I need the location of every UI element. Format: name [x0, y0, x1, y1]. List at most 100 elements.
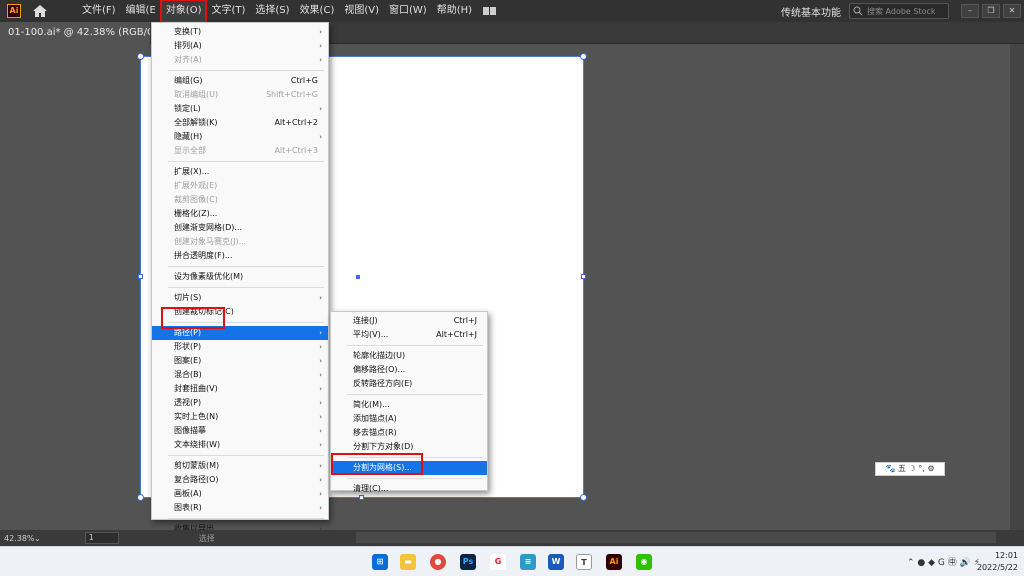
menu-object[interactable]: 对象(O) — [159, 0, 208, 23]
menu-item-label: 简化(M)... — [353, 400, 390, 409]
vertical-scrollbar[interactable] — [1010, 44, 1024, 530]
menu-item[interactable]: 剪切蒙版(M) › — [152, 459, 328, 473]
artboard-corner-handle[interactable] — [580, 494, 587, 501]
photoshop-icon[interactable]: Ps — [460, 554, 476, 570]
stock-search-input[interactable]: 搜索 Adobe Stock — [849, 3, 949, 19]
notepad-icon[interactable]: ≡ — [520, 554, 536, 570]
menu-item[interactable]: 设为像素级优化(M) — [152, 270, 328, 284]
artboard-side-handle[interactable] — [138, 274, 143, 279]
menu-item[interactable]: 封套扭曲(V) › — [152, 382, 328, 396]
restore-icon[interactable]: ❐ — [982, 4, 1000, 18]
menu-item[interactable]: 栅格化(Z)... — [152, 207, 328, 221]
minimize-icon[interactable]: – — [961, 4, 979, 18]
search-placeholder: 搜索 Adobe Stock — [867, 6, 936, 16]
menu-item[interactable]: 平均(V)... Alt+Ctrl+J — [331, 328, 487, 342]
artboard-side-handle[interactable] — [581, 274, 586, 279]
taskbar-clock[interactable]: 12:01 2022/5/22 — [977, 550, 1018, 574]
menu-item[interactable]: 复合路径(O) › — [152, 473, 328, 487]
taskbar-app-icon[interactable]: G — [490, 554, 506, 570]
menu-item[interactable]: 偏移路径(O)... — [331, 363, 487, 377]
menu-item[interactable]: 隐藏(H) › — [152, 130, 328, 144]
menu-item[interactable]: 锁定(L) › — [152, 102, 328, 116]
menu-separator — [168, 70, 324, 71]
illustrator-taskbar-icon[interactable]: Ai — [606, 554, 622, 570]
menu-item[interactable]: 画板(A) › — [152, 487, 328, 501]
word-icon[interactable]: W — [548, 554, 564, 570]
menu-item[interactable]: 形状(P) › — [152, 340, 328, 354]
chevron-right-icon: › — [319, 294, 322, 302]
menu-file[interactable]: 文件(F) — [77, 0, 121, 22]
menu-item[interactable]: 清理(C)... — [331, 482, 487, 496]
menu-item-label: 透视(P) — [174, 398, 202, 407]
zoom-field[interactable]: 42.38% — [0, 534, 35, 543]
split-into-grid-highlight — [331, 453, 423, 475]
menu-type[interactable]: 文字(T) — [206, 0, 250, 22]
windows-taskbar: ⊞ ▬ ● Ps G ≡ W T Ai ◉ ⌃ ● ◆ G ㊥ 🔊 ⚡ 12:0… — [0, 546, 1024, 576]
artboard-corner-handle[interactable] — [137, 53, 144, 60]
artboard-number-field[interactable]: 1 — [84, 532, 119, 544]
horizontal-scrollbar[interactable] — [356, 532, 996, 543]
menu-item[interactable]: 扩展(X)... — [152, 165, 328, 179]
chrome-icon[interactable]: ● — [430, 554, 446, 570]
menu-item[interactable]: 实时上色(N) › — [152, 410, 328, 424]
menu-select[interactable]: 选择(S) — [250, 0, 294, 22]
menu-effect[interactable]: 效果(C) — [295, 0, 340, 22]
menu-item[interactable]: 全部解锁(K) Alt+Ctrl+2 — [152, 116, 328, 130]
menu-window[interactable]: 窗口(W) — [384, 0, 432, 22]
menu-item[interactable]: 添加锚点(A) — [331, 412, 487, 426]
menu-item[interactable]: 简化(M)... — [331, 398, 487, 412]
home-icon[interactable] — [31, 3, 49, 19]
menu-item[interactable]: 拼合透明度(F)... — [152, 249, 328, 263]
menu-item-label: 图表(R) — [174, 503, 202, 512]
menu-item[interactable]: 编组(G) Ctrl+G — [152, 74, 328, 88]
menu-separator — [168, 518, 324, 519]
menu-edit[interactable]: 编辑(E — [121, 0, 161, 22]
zoom-dropdown-icon[interactable]: ⌄ — [34, 534, 41, 543]
menu-item[interactable]: 轮廓化描边(U) — [331, 349, 487, 363]
menu-item-label: 拼合透明度(F)... — [174, 251, 233, 260]
menu-item[interactable]: 创建渐变网格(D)... — [152, 221, 328, 235]
menu-item: 创建对象马赛克(J)... — [152, 235, 328, 249]
wechat-icon[interactable]: ◉ — [636, 554, 652, 570]
workspace-switcher[interactable]: 传统基本功能 — [781, 4, 841, 19]
chevron-right-icon: › — [319, 357, 322, 365]
menu-item[interactable]: 图案(E) › — [152, 354, 328, 368]
menu-item[interactable]: 透视(P) › — [152, 396, 328, 410]
menu-item[interactable]: 排列(A) › — [152, 39, 328, 53]
menu-separator — [168, 287, 324, 288]
menu-item[interactable]: 移去锚点(R) — [331, 426, 487, 440]
menu-item-label: 取消编组(U) — [174, 90, 219, 99]
chevron-right-icon: › — [319, 399, 322, 407]
chevron-right-icon: › — [319, 462, 322, 470]
artboard-corner-handle[interactable] — [580, 53, 587, 60]
menu-item[interactable]: 变换(T) › — [152, 25, 328, 39]
search-icon — [853, 6, 863, 16]
status-tool-label[interactable]: 选择 — [199, 533, 215, 544]
artboard-corner-handle[interactable] — [137, 494, 144, 501]
menu-item[interactable]: 反转路径方向(E) — [331, 377, 487, 391]
menu-item[interactable]: 切片(S) › — [152, 291, 328, 305]
menu-item-label: 平均(V)... — [353, 330, 389, 339]
arrange-documents-icon[interactable] — [483, 7, 497, 15]
windows-start-icon[interactable]: ⊞ — [372, 554, 388, 570]
menu-item[interactable]: 分割下方对象(D) — [331, 440, 487, 454]
menu-item[interactable]: 图像描摹 › — [152, 424, 328, 438]
menu-view[interactable]: 视图(V) — [339, 0, 384, 22]
menu-item[interactable]: 文本绕排(W) › — [152, 438, 328, 452]
document-tab[interactable]: 01-100.ai* @ 42.38% (RGB/G — [0, 22, 150, 44]
clock-date: 2022/5/22 — [976, 563, 1018, 572]
menu-item-label: 剪切蒙版(M) — [174, 461, 220, 470]
menu-item: 扩展外观(E) — [152, 179, 328, 193]
text-app-icon[interactable]: T — [576, 554, 592, 570]
close-icon[interactable]: ✕ — [1003, 4, 1021, 18]
menu-help[interactable]: 帮助(H) — [432, 0, 477, 22]
ime-toolbar[interactable]: 🐾 五 ☽ °, ⚙ — [875, 462, 945, 476]
path-item-highlight — [161, 307, 225, 329]
menu-item[interactable]: 混合(B) › — [152, 368, 328, 382]
menu-separator — [168, 161, 324, 162]
menu-item[interactable]: 图表(R) › — [152, 501, 328, 515]
menu-item-label: 扩展(X)... — [174, 167, 210, 176]
menu-item[interactable]: 连接(J) Ctrl+J — [331, 314, 487, 328]
file-explorer-icon[interactable]: ▬ — [400, 554, 416, 570]
system-tray[interactable]: ⌃ ● ◆ G ㊥ 🔊 ⚡ — [907, 555, 980, 568]
